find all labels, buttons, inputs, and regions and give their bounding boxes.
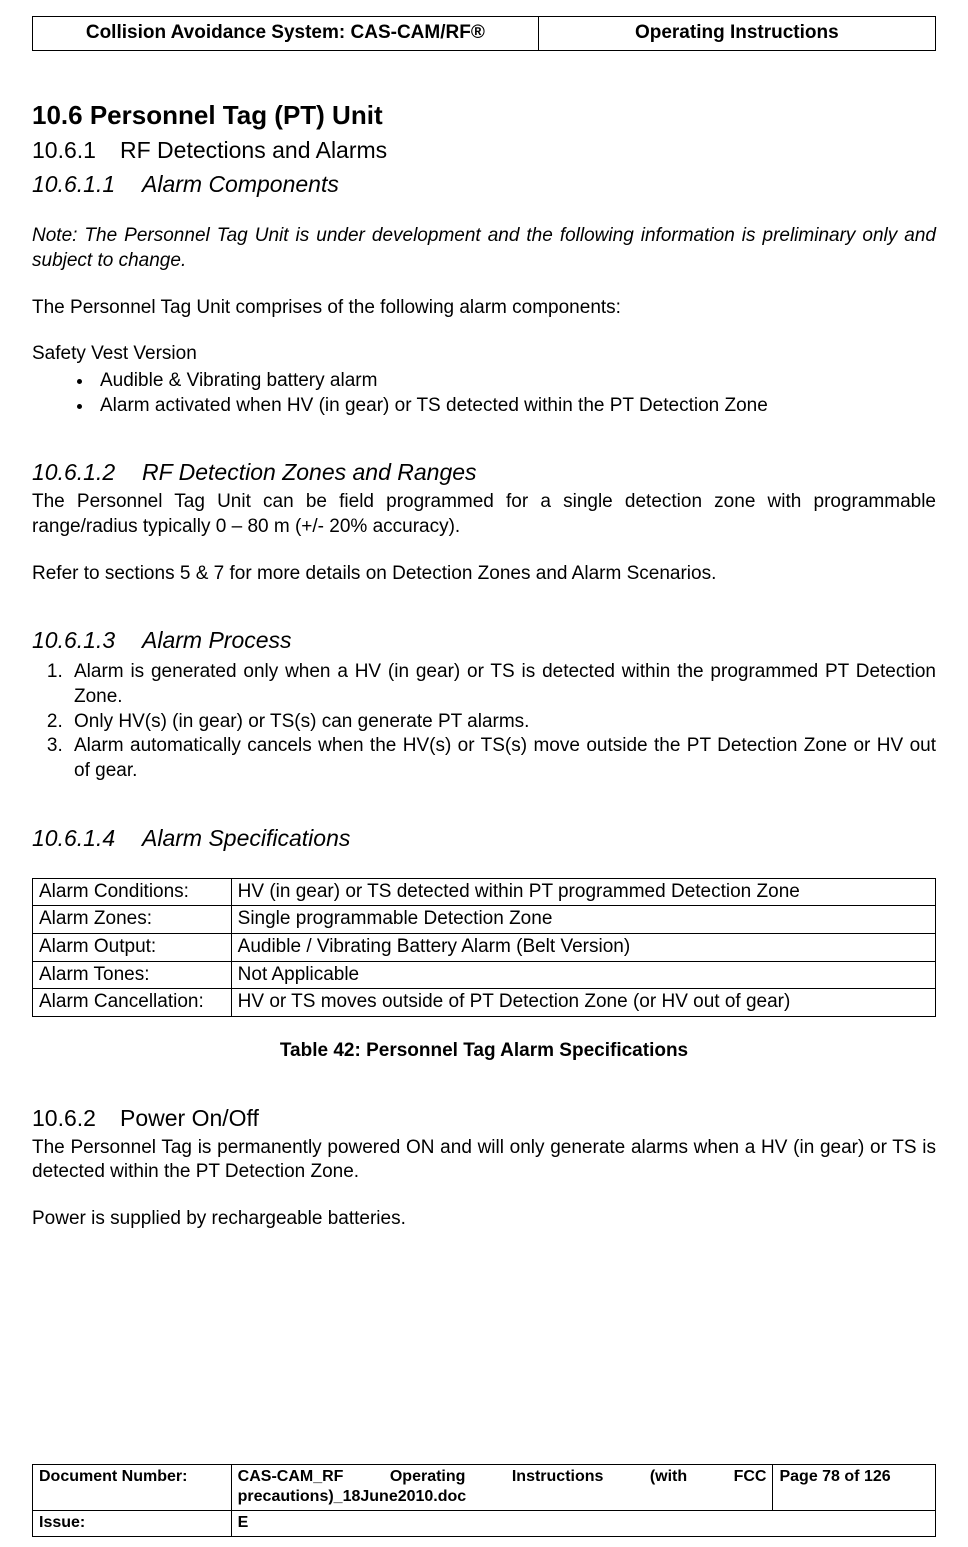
spec-value: Single programmable Detection Zone [231, 906, 935, 934]
footer-issue-label: Issue: [33, 1511, 232, 1537]
spec-value: HV or TS moves outside of PT Detection Z… [231, 989, 935, 1017]
note-paragraph: Note: The Personnel Tag Unit is under de… [32, 224, 936, 273]
body-paragraph: The Personnel Tag is permanently powered… [32, 1136, 936, 1185]
list-item: Only HV(s) (in gear) or TS(s) can genera… [68, 710, 936, 735]
body-paragraph: Power is supplied by rechargeable batter… [32, 1207, 936, 1232]
spec-value: Audible / Vibrating Battery Alarm (Belt … [231, 933, 935, 961]
spec-label: Alarm Zones: [33, 906, 232, 934]
table-caption: Table 42: Personnel Tag Alarm Specificat… [32, 1039, 936, 1064]
safety-vest-heading: Safety Vest Version [32, 342, 936, 367]
heading-number: 10.6.1.2 [32, 458, 142, 488]
list-item: Audible & Vibrating battery alarm [94, 369, 936, 394]
footer-issue-value: E [231, 1511, 935, 1537]
table-row: Alarm Conditions: HV (in gear) or TS det… [33, 878, 936, 906]
heading-title: Power On/Off [120, 1105, 259, 1131]
list-item: Alarm is generated only when a HV (in ge… [68, 660, 936, 709]
alarm-process-list: Alarm is generated only when a HV (in ge… [32, 660, 936, 783]
heading-title: Alarm Components [142, 171, 339, 197]
intro-paragraph: The Personnel Tag Unit comprises of the … [32, 296, 936, 321]
heading-title: RF Detections and Alarms [120, 137, 387, 163]
list-item: Alarm automatically cancels when the HV(… [68, 734, 936, 783]
heading-10-6-1-4: 10.6.1.4Alarm Specifications [32, 824, 936, 854]
heading-number: 10.6 [32, 100, 83, 130]
spec-label: Alarm Tones: [33, 961, 232, 989]
heading-number: 10.6.1.1 [32, 170, 142, 200]
header-table: Collision Avoidance System: CAS-CAM/RF® … [32, 16, 936, 51]
heading-10-6-1-1: 10.6.1.1Alarm Components [32, 170, 936, 200]
spec-value: HV (in gear) or TS detected within PT pr… [231, 878, 935, 906]
heading-title: Alarm Process [142, 627, 292, 653]
heading-10-6: 10.6 Personnel Tag (PT) Unit [32, 99, 936, 133]
spec-value: Not Applicable [231, 961, 935, 989]
heading-number: 10.6.1 [32, 136, 120, 166]
header-right: Operating Instructions [538, 17, 935, 51]
footer-page: Page 78 of 126 [773, 1464, 936, 1511]
table-row: Alarm Zones: Single programmable Detecti… [33, 906, 936, 934]
spec-label: Alarm Output: [33, 933, 232, 961]
footer-table: Document Number: CAS-CAM_RF Operating In… [32, 1464, 936, 1537]
heading-10-6-1-3: 10.6.1.3Alarm Process [32, 626, 936, 656]
heading-10-6-1: 10.6.1RF Detections and Alarms [32, 136, 936, 166]
list-item: Alarm activated when HV (in gear) or TS … [94, 394, 936, 419]
heading-number: 10.6.1.4 [32, 824, 142, 854]
heading-title: Personnel Tag (PT) Unit [90, 100, 383, 130]
alarm-spec-table: Alarm Conditions: HV (in gear) or TS det… [32, 878, 936, 1017]
header-left: Collision Avoidance System: CAS-CAM/RF® [33, 17, 539, 51]
table-row: Alarm Output: Audible / Vibrating Batter… [33, 933, 936, 961]
heading-number: 10.6.2 [32, 1104, 120, 1134]
heading-title: RF Detection Zones and Ranges [142, 459, 477, 485]
body-paragraph: The Personnel Tag Unit can be field prog… [32, 490, 936, 539]
heading-number: 10.6.1.3 [32, 626, 142, 656]
heading-title: Alarm Specifications [142, 825, 350, 851]
footer-docnum-label: Document Number: [33, 1464, 232, 1511]
footer-docnum-value: CAS-CAM_RF Operating Instructions (with … [231, 1464, 773, 1511]
table-row: Alarm Cancellation: HV or TS moves outsi… [33, 989, 936, 1017]
body-paragraph: Refer to sections 5 & 7 for more details… [32, 562, 936, 587]
table-row: Alarm Tones: Not Applicable [33, 961, 936, 989]
heading-10-6-1-2: 10.6.1.2RF Detection Zones and Ranges [32, 458, 936, 488]
safety-vest-bullets: Audible & Vibrating battery alarm Alarm … [32, 369, 936, 418]
heading-10-6-2: 10.6.2Power On/Off [32, 1104, 936, 1134]
spec-label: Alarm Conditions: [33, 878, 232, 906]
spec-label: Alarm Cancellation: [33, 989, 232, 1017]
